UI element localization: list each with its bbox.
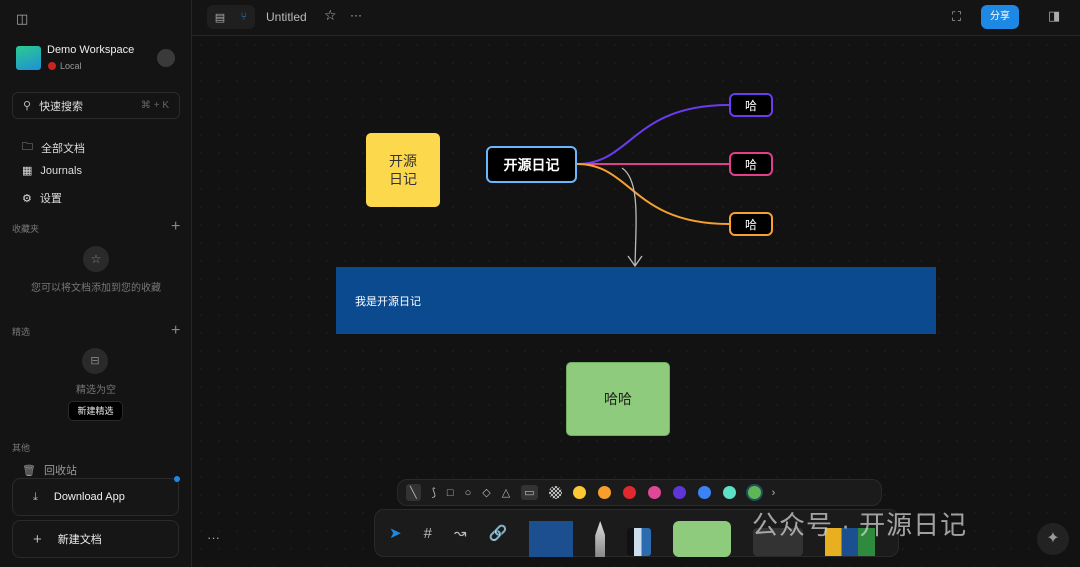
warning-icon: [48, 62, 56, 70]
rounded-rect-icon[interactable]: ▭: [521, 485, 538, 500]
shape-tool-icon[interactable]: [673, 521, 732, 557]
connector-3: [576, 163, 730, 225]
add-favorite-button[interactable]: +: [171, 218, 180, 236]
search-shortcut: ⌘ + K: [140, 100, 169, 111]
diamond-icon[interactable]: ◇: [482, 486, 490, 499]
mindmap-child[interactable]: 哈: [729, 212, 773, 236]
straight-line-icon[interactable]: ╲: [406, 484, 421, 501]
frame-icon[interactable]: #: [424, 525, 432, 542]
color-swatch[interactable]: [597, 486, 611, 499]
color-swatch[interactable]: [722, 486, 736, 499]
mindmap-child[interactable]: 哈: [729, 93, 773, 117]
color-swatch[interactable]: [572, 486, 586, 499]
search-input[interactable]: ⚲ 快速搜索 ⌘ + K: [12, 92, 180, 119]
collection-icon: ⊟: [82, 348, 108, 374]
nav-label: 回收站: [43, 465, 77, 477]
ai-sparkle-icon[interactable]: ✦: [1037, 523, 1069, 555]
sidebar: ◫ Demo Workspace Local ⚲ 快速搜索 ⌘ + K 🗀 全部文…: [0, 0, 192, 567]
shape-toolbar: ╲ ⟆ □ ○ ◇ △ ▭ ›: [397, 479, 882, 506]
download-icon: ⤓: [33, 490, 38, 503]
favorites-empty: 您可以将文档添加到您的收藏: [31, 283, 161, 294]
color-swatch[interactable]: [747, 486, 761, 499]
circle-icon[interactable]: ○: [465, 487, 472, 499]
color-swatch[interactable]: [697, 486, 711, 499]
calendar-icon: ▦: [22, 165, 33, 177]
sidebar-toggle-icon[interactable]: ◫: [16, 11, 28, 27]
triangle-icon[interactable]: △: [502, 486, 510, 499]
color-swatch[interactable]: [622, 486, 636, 499]
connector-icon[interactable]: ↝: [454, 524, 467, 542]
favorites-title: 收藏夹: [12, 224, 40, 234]
nav-label: Journals: [40, 164, 82, 177]
gear-icon: ⚙: [22, 192, 32, 205]
new-featured-button[interactable]: 新建精选: [68, 401, 123, 421]
notification-dot: [174, 476, 180, 482]
square-icon[interactable]: □: [447, 487, 454, 499]
nav-all-docs[interactable]: 🗀 全部文档: [22, 138, 85, 157]
workspace-status: Local: [60, 61, 82, 71]
shape-box[interactable]: 哈哈: [566, 362, 670, 436]
nav-settings[interactable]: ⚙ 设置: [22, 190, 62, 206]
plus-icon: +: [33, 530, 42, 548]
transparent-color-swatch[interactable]: [548, 486, 562, 499]
new-doc-button[interactable]: + 新建文档: [12, 520, 179, 558]
curve-line-icon[interactable]: ⟆: [432, 486, 436, 499]
download-label: Download App: [53, 491, 125, 503]
more-options-icon[interactable]: ···: [207, 530, 220, 545]
color-swatches: [572, 486, 761, 499]
arrow-connector: [621, 167, 643, 268]
sticky-note-text: 开源日记: [389, 153, 417, 187]
nav-journals[interactable]: ▦ Journals: [22, 164, 82, 178]
text-tool-icon[interactable]: [529, 521, 574, 557]
star-icon: ☆: [83, 246, 109, 272]
canvas-area[interactable]: ▤ ⑂ Untitled ☆ ··· ⛶ 分享 ◨ 开源日记 开源日记 哈 哈 …: [192, 0, 1080, 567]
workspace-name[interactable]: Demo Workspace: [47, 44, 134, 56]
nav-label: 全部文档: [41, 142, 85, 155]
eraser-tool-icon[interactable]: [627, 528, 652, 556]
search-placeholder: 快速搜索: [39, 100, 84, 113]
add-featured-button[interactable]: +: [171, 322, 180, 340]
other-title: 其他: [12, 443, 31, 453]
watermark: 公众号 · 开源日记: [752, 510, 968, 540]
nav-trash[interactable]: 🗑 回收站: [22, 462, 77, 478]
featured-title: 精选: [12, 327, 31, 337]
text-banner[interactable]: 我是开源日记: [336, 267, 936, 334]
chevron-right-icon[interactable]: ›: [772, 487, 776, 499]
connector-1: [576, 104, 730, 165]
workspace-avatar[interactable]: [16, 46, 41, 70]
folder-icon: 🗀: [22, 141, 33, 153]
featured-empty: 精选为空: [76, 385, 116, 396]
download-app-button[interactable]: ⤓ Download App: [12, 478, 179, 516]
color-swatch[interactable]: [672, 486, 686, 499]
nav-label: 设置: [39, 193, 62, 205]
mindmap-child[interactable]: 哈: [729, 152, 773, 176]
sticky-note[interactable]: 开源日记: [366, 133, 440, 207]
new-doc-label: 新建文档: [57, 534, 102, 546]
color-swatch[interactable]: [647, 486, 661, 499]
mindmap-root[interactable]: 开源日记: [486, 146, 577, 183]
select-pointer-icon[interactable]: ➤: [389, 524, 402, 542]
pen-tool-icon[interactable]: [595, 521, 606, 557]
trash-icon: 🗑: [22, 464, 36, 477]
search-icon: ⚲: [23, 100, 32, 112]
user-avatar[interactable]: [157, 49, 175, 67]
link-icon[interactable]: 🔗: [489, 524, 508, 542]
